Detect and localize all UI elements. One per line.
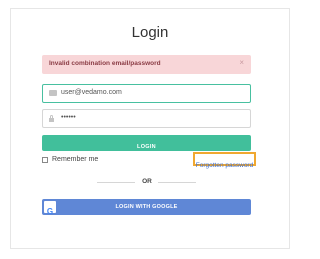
remember-me-label[interactable]: Remember me — [52, 156, 98, 163]
remember-me-checkbox[interactable] — [42, 157, 48, 163]
error-message: Invalid combination email/password — [49, 60, 161, 67]
envelope-icon — [49, 90, 57, 96]
forgot-password-highlight: Forgotten password — [193, 152, 256, 169]
email-value[interactable]: user@vedamo.com — [61, 89, 122, 96]
forgot-password-link[interactable]: Forgotten password — [196, 162, 253, 169]
google-login-button[interactable]: G LOGIN WITH GOOGLE — [42, 199, 251, 216]
login-button-label: LOGIN — [137, 144, 156, 150]
login-card: Login Invalid combination email/password… — [10, 8, 290, 249]
divider-line-left — [97, 182, 135, 183]
password-field[interactable]: •••••• — [42, 109, 251, 128]
login-button[interactable]: LOGIN — [42, 135, 251, 151]
email-field[interactable]: user@vedamo.com — [42, 84, 251, 103]
error-alert: Invalid combination email/password × — [42, 55, 251, 74]
or-divider: OR — [42, 177, 251, 187]
close-icon[interactable]: × — [239, 59, 244, 67]
lock-icon — [49, 115, 54, 122]
password-value[interactable]: •••••• — [61, 114, 76, 121]
page-title: Login — [131, 24, 169, 41]
divider-line-right — [158, 182, 196, 183]
google-login-label: LOGIN WITH GOOGLE — [115, 204, 178, 210]
or-label: OR — [142, 178, 152, 185]
